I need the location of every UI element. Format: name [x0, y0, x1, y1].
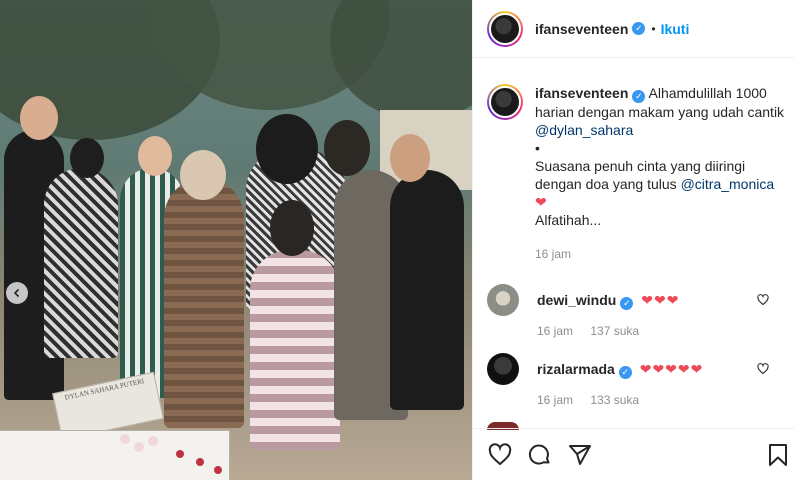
- comment-avatar[interactable]: [487, 353, 519, 385]
- bookmark-icon: [769, 443, 787, 466]
- share-icon: [569, 444, 591, 465]
- gravestone-inscription: DYLAN SAHARA PUTERI: [64, 377, 145, 402]
- comment-username[interactable]: rizalarmada: [537, 361, 615, 377]
- comment-like-button[interactable]: [757, 363, 769, 375]
- caption-line: Alfatihah...: [535, 212, 602, 228]
- comment-username[interactable]: dewi_windu: [537, 292, 616, 308]
- post-photo[interactable]: DYLAN SAHARA PUTERI: [0, 0, 472, 480]
- carousel-left-button[interactable]: [6, 282, 28, 304]
- mention-link[interactable]: @dylan_sahara: [535, 122, 633, 138]
- save-button[interactable]: [765, 442, 791, 468]
- person: [390, 170, 464, 410]
- comment-timestamp[interactable]: 16 jam: [537, 324, 573, 338]
- comment: rizalarmada ✓ ❤❤❤❤❤ 16 jam 133 suka: [487, 353, 787, 407]
- follow-button[interactable]: Ikuti: [661, 21, 690, 37]
- caption-avatar[interactable]: [487, 84, 523, 120]
- grave-slab: [0, 430, 230, 480]
- heart-icon: [757, 294, 769, 306]
- comment-icon: [528, 444, 550, 465]
- heart-icon: ❤: [535, 194, 547, 210]
- comment-hearts: ❤❤❤❤❤: [639, 361, 704, 377]
- comment-likes[interactable]: 133 suka: [590, 393, 639, 407]
- caption-bullet: •: [535, 140, 540, 156]
- post-sidebar: ifanseventeen ✓ • Ikuti ifanseventeen ✓ A…: [472, 0, 794, 480]
- post-caption: ifanseventeen ✓ Alhamdulillah 1000 harian…: [487, 84, 787, 263]
- post-header: ifanseventeen ✓ • Ikuti: [473, 0, 794, 58]
- person-head: [390, 134, 430, 182]
- person-head: [256, 114, 318, 184]
- comment-avatar[interactable]: [487, 284, 519, 316]
- rose-petal: [176, 450, 184, 458]
- rose-petal: [214, 466, 222, 474]
- flower: [120, 434, 130, 444]
- comment-button[interactable]: [527, 442, 553, 468]
- mention-link[interactable]: @citra_monica: [681, 176, 775, 192]
- flower: [134, 442, 144, 452]
- verified-icon: ✓: [632, 22, 646, 35]
- heart-icon: [488, 442, 512, 465]
- comment-hearts: ❤❤❤: [641, 292, 680, 308]
- person-head: [70, 138, 104, 178]
- verified-icon: ✓: [620, 297, 634, 310]
- action-bar: [473, 428, 794, 480]
- post-username[interactable]: ifanseventeen: [535, 21, 628, 37]
- verified-icon: ✓: [632, 90, 646, 103]
- person-head: [180, 150, 226, 200]
- comment-like-button[interactable]: [757, 294, 769, 306]
- person-head: [324, 120, 370, 176]
- comment-likes[interactable]: 137 suka: [590, 324, 639, 338]
- person: [250, 250, 340, 450]
- person-head: [270, 200, 314, 256]
- person: [164, 178, 244, 428]
- caption-username[interactable]: ifanseventeen: [535, 85, 628, 101]
- rose-petal: [196, 458, 204, 466]
- flower: [148, 436, 158, 446]
- carousel-left-icon: [13, 288, 20, 298]
- person-head: [20, 96, 58, 140]
- like-button[interactable]: [487, 442, 513, 468]
- profile-avatar[interactable]: [487, 10, 523, 47]
- share-button[interactable]: [567, 442, 593, 468]
- person-head: [138, 136, 172, 176]
- caption-timestamp[interactable]: 16 jam: [535, 245, 785, 263]
- separator: •: [651, 21, 656, 36]
- comment-timestamp[interactable]: 16 jam: [537, 393, 573, 407]
- heart-icon: [757, 363, 769, 375]
- comment: dewi_windu ✓ ❤❤❤ 16 jam 137 suka: [487, 284, 787, 338]
- tree-canopy: [330, 0, 472, 120]
- verified-icon: ✓: [618, 366, 632, 379]
- caption-text: ifanseventeen ✓ Alhamdulillah 1000 harian…: [535, 84, 785, 263]
- person: [44, 168, 118, 358]
